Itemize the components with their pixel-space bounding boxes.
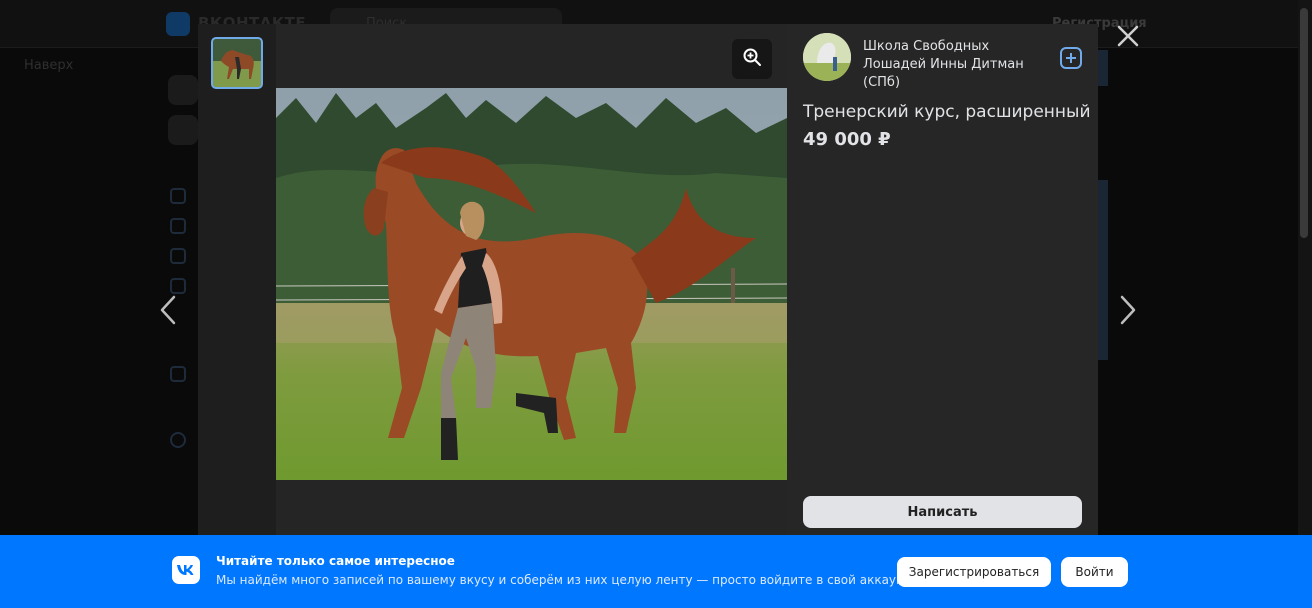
- plus-square-icon: [1065, 49, 1077, 68]
- apps-icon: [170, 278, 186, 294]
- background-side-button: [168, 75, 198, 105]
- vk-logo-icon: [166, 12, 190, 36]
- next-photo-button[interactable]: [1114, 294, 1142, 330]
- banner-text: Мы найдём много записей по вашему вкусу …: [216, 573, 915, 587]
- product-viewer-modal: Школа Свободных Лошадей Инны Дитман (СПб…: [198, 24, 1098, 544]
- product-price: 49 000 ₽: [803, 129, 891, 150]
- chevron-right-icon: [1120, 295, 1136, 329]
- communities-icon: [170, 248, 186, 264]
- close-icon: [1117, 25, 1139, 51]
- product-photo[interactable]: [276, 88, 787, 480]
- page-scrollbar-thumb[interactable]: [1300, 8, 1308, 238]
- games-icon: [170, 218, 186, 234]
- write-message-button[interactable]: Написать: [803, 496, 1082, 528]
- chevron-left-icon: [160, 295, 176, 329]
- vk-logo-icon: [172, 556, 200, 584]
- phone-icon: [170, 366, 186, 382]
- music-icon: [170, 188, 186, 204]
- group-name-link[interactable]: Школа Свободных Лошадей Инны Дитман (СПб…: [863, 38, 1055, 92]
- close-viewer-button[interactable]: [1114, 24, 1142, 52]
- product-title: Тренерский курс, расширенный: [803, 102, 1091, 122]
- background-side-button: [168, 115, 198, 145]
- photo-thumbnail[interactable]: [211, 37, 263, 89]
- zoom-button[interactable]: [732, 39, 772, 79]
- banner-title: Читайте только самое интересное: [216, 554, 455, 568]
- background-column: [1098, 50, 1108, 86]
- zoom-in-icon: [742, 47, 762, 71]
- subscribe-button[interactable]: [1060, 47, 1082, 69]
- thumbnail-strip: [198, 24, 276, 544]
- login-button[interactable]: Войти: [1061, 557, 1128, 587]
- group-avatar[interactable]: [803, 33, 851, 81]
- signup-banner: Читайте только самое интересное Мы найдё…: [0, 535, 1312, 608]
- info-icon: [170, 432, 186, 448]
- product-info-panel: Школа Свободных Лошадей Инны Дитман (СПб…: [787, 24, 1098, 544]
- previous-photo-button[interactable]: [154, 294, 182, 330]
- back-to-top: Наверх: [24, 58, 74, 73]
- background-column: [1098, 180, 1108, 360]
- register-button[interactable]: Зарегистрироваться: [897, 557, 1051, 587]
